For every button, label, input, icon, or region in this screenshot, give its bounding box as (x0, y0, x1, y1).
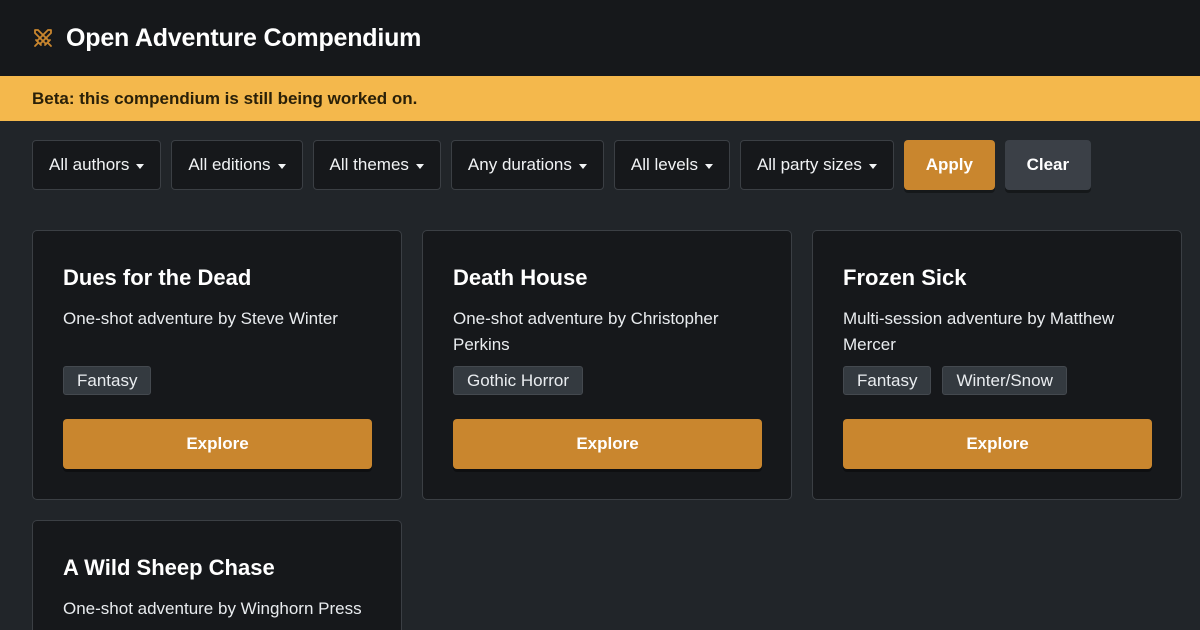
adventure-card: Frozen Sick Multi-session adventure by M… (812, 230, 1182, 500)
adventure-title: Dues for the Dead (63, 265, 252, 290)
caret-down-icon (868, 163, 877, 169)
caret-down-icon (136, 163, 145, 169)
caret-down-icon (415, 163, 424, 169)
crossed-swords-icon[interactable] (32, 27, 54, 49)
apply-button[interactable]: Apply (903, 140, 995, 190)
adventure-card: Dues for the Dead One-shot adventure by … (32, 230, 402, 500)
levels-filter-label: All levels (630, 155, 698, 174)
adventure-description: One-shot adventure by Winghorn Press (63, 599, 362, 618)
beta-banner: Beta: this compendium is still being wor… (0, 76, 1200, 121)
caret-down-icon (277, 163, 286, 169)
caret-down-icon (578, 163, 587, 169)
levels-filter-dropdown[interactable]: All levels (613, 140, 730, 190)
adventure-tags: Fantasy (63, 366, 162, 395)
adventure-title: Frozen Sick (843, 265, 967, 290)
tag-badge: Gothic Horror (453, 366, 584, 395)
themes-filter-label: All themes (329, 155, 409, 174)
explore-button[interactable]: Explore (63, 419, 372, 469)
explore-button[interactable]: Explore (843, 419, 1152, 469)
clear-button[interactable]: Clear (1004, 140, 1091, 190)
authors-filter-dropdown[interactable]: All authors (32, 140, 162, 190)
party-sizes-filter-dropdown[interactable]: All party sizes (739, 140, 894, 190)
caret-down-icon (704, 163, 713, 169)
adventure-description: Multi-session adventure by Matthew Merce… (843, 309, 1115, 354)
adventure-tags: Gothic Horror (453, 366, 594, 395)
tag-badge: Fantasy (63, 366, 152, 395)
adventure-title: Death House (453, 265, 588, 290)
app-title[interactable]: Open Adventure Compendium (66, 24, 421, 53)
beta-banner-text: Beta: this compendium is still being wor… (32, 88, 418, 108)
adventure-description: One-shot adventure by Christopher Perkin… (453, 309, 719, 354)
authors-filter-label: All authors (49, 155, 130, 174)
adventure-tags: Fantasy Winter/Snow (843, 366, 1078, 395)
adventure-title: A Wild Sheep Chase (63, 555, 275, 580)
tag-badge: Fantasy (843, 366, 932, 395)
durations-filter-label: Any durations (467, 155, 572, 174)
adventure-description: One-shot adventure by Steve Winter (63, 309, 338, 328)
editions-filter-dropdown[interactable]: All editions (171, 140, 303, 190)
filter-bar: All authors All editions All themes Any … (32, 140, 1091, 190)
adventure-card: A Wild Sheep Chase One-shot adventure by… (32, 520, 402, 630)
adventure-card: Death House One-shot adventure by Christ… (422, 230, 792, 500)
tag-badge: Winter/Snow (942, 366, 1067, 395)
app-header: Open Adventure Compendium (0, 0, 1200, 76)
party-sizes-filter-label: All party sizes (756, 155, 862, 174)
themes-filter-dropdown[interactable]: All themes (312, 140, 441, 190)
editions-filter-label: All editions (188, 155, 271, 174)
durations-filter-dropdown[interactable]: Any durations (450, 140, 604, 190)
explore-button[interactable]: Explore (453, 419, 762, 469)
